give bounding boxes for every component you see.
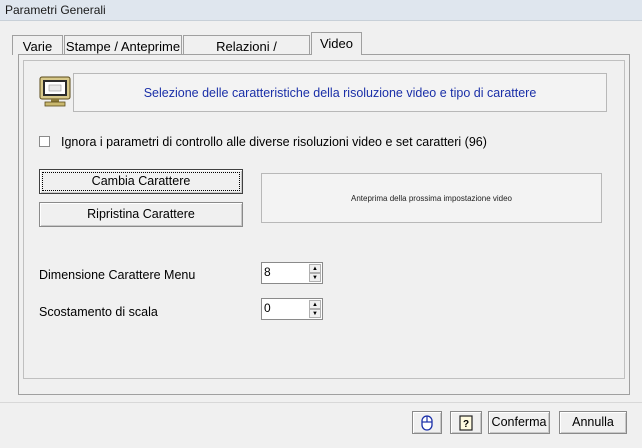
video-info-box: Selezione delle caratteristiche della ri… <box>73 73 607 112</box>
svg-text:?: ? <box>463 419 469 430</box>
spinner-down-icon[interactable]: ▼ <box>309 273 321 282</box>
tab-varie[interactable]: Varie <box>12 35 63 55</box>
title-bar: Parametri Generali <box>0 0 642 21</box>
tab-stampe-anteprime[interactable]: Stampe / Anteprime <box>64 35 182 55</box>
spinner-up-icon[interactable]: ▲ <box>309 300 321 309</box>
footer-separator <box>0 402 642 403</box>
help-button[interactable]: ? <box>450 411 482 434</box>
ignore-params-checkbox[interactable] <box>39 136 50 147</box>
menu-font-size-label: Dimensione Carattere Menu <box>39 268 196 282</box>
font-preview-text: Anteprima della prossima impostazione vi… <box>351 194 512 203</box>
mouse-icon <box>421 415 433 431</box>
tab-relazioni-documenti[interactable]: Relazioni / Documenti <box>183 35 310 69</box>
spinner-down-icon[interactable]: ▼ <box>309 309 321 318</box>
change-font-button[interactable]: Cambia Carattere <box>39 169 243 194</box>
tab-video[interactable]: Video <box>311 32 362 55</box>
cancel-button[interactable]: Annulla <box>559 411 627 434</box>
monitor-icon <box>39 76 71 108</box>
video-info-text: Selezione delle caratteristiche della ri… <box>143 86 537 100</box>
help-icon: ? <box>459 415 473 431</box>
menu-font-size-spinner[interactable]: ▲ ▼ <box>261 262 323 284</box>
window-title: Parametri Generali <box>5 3 106 17</box>
mouse-button[interactable] <box>412 411 442 434</box>
restore-font-button[interactable]: Ripristina Carattere <box>39 202 243 227</box>
ignore-params-label: Ignora i parametri di controllo alle div… <box>61 135 487 149</box>
confirm-button[interactable]: Conferma <box>488 411 550 434</box>
scale-offset-label: Scostamento di scala <box>39 305 158 319</box>
scale-offset-spinner[interactable]: ▲ ▼ <box>261 298 323 320</box>
spinner-up-icon[interactable]: ▲ <box>309 264 321 273</box>
menu-font-size-input[interactable] <box>263 264 308 280</box>
scale-offset-input[interactable] <box>263 300 308 316</box>
font-preview-box: Anteprima della prossima impostazione vi… <box>261 173 602 223</box>
